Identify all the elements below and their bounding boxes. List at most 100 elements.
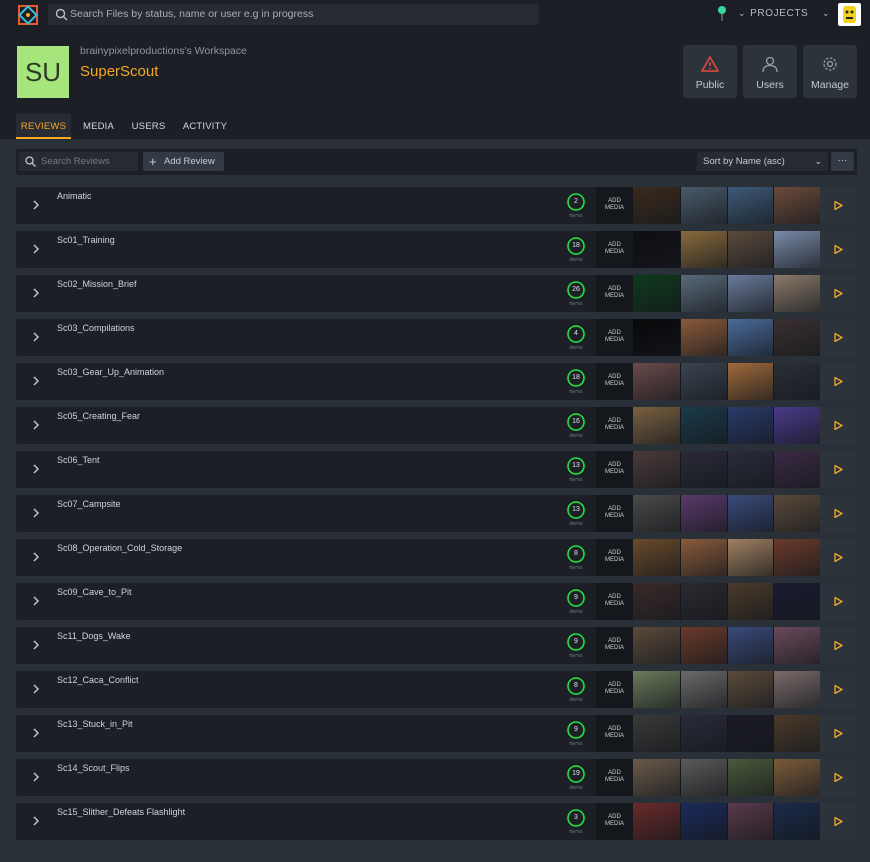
review-name[interactable]: Sc14_Scout_Flips [57,763,130,773]
play-button[interactable] [820,627,857,664]
add-media-button[interactable]: ADD MEDIA [596,715,633,752]
media-thumbnail[interactable] [679,803,727,840]
media-thumbnail[interactable] [633,319,680,356]
tab-activity[interactable]: ACTIVITY [178,114,232,139]
media-thumbnail[interactable] [679,451,727,488]
review-row[interactable]: Sc11_Dogs_Wake 9 items ADD MEDIA [16,627,857,664]
media-thumbnail[interactable] [773,319,820,356]
media-thumbnail[interactable] [679,363,727,400]
review-row[interactable]: Sc03_Gear_Up_Animation 18 items ADD MEDI… [16,363,857,400]
review-name[interactable]: Sc03_Gear_Up_Animation [57,367,164,377]
chevron-right-icon[interactable] [29,286,43,300]
media-thumbnail[interactable] [726,627,774,664]
media-thumbnail[interactable] [726,407,774,444]
review-name[interactable]: Sc15_Slither_Defeats Flashlight [57,807,185,817]
media-thumbnail[interactable] [773,627,820,664]
add-media-button[interactable]: ADD MEDIA [596,627,633,664]
add-media-button[interactable]: ADD MEDIA [596,363,633,400]
media-thumbnail[interactable] [679,539,727,576]
media-thumbnail[interactable] [633,627,680,664]
media-thumbnail[interactable] [773,451,820,488]
chevron-right-icon[interactable] [29,242,43,256]
media-thumbnail[interactable] [726,539,774,576]
play-button[interactable] [820,539,857,576]
media-thumbnail[interactable] [773,407,820,444]
add-media-button[interactable]: ADD MEDIA [596,319,633,356]
play-button[interactable] [820,407,857,444]
media-thumbnail[interactable] [726,275,774,312]
play-button[interactable] [820,671,857,708]
add-media-button[interactable]: ADD MEDIA [596,759,633,796]
media-thumbnail[interactable] [726,451,774,488]
media-thumbnail[interactable] [679,715,727,752]
play-button[interactable] [820,583,857,620]
media-thumbnail[interactable] [633,583,680,620]
media-thumbnail[interactable] [633,803,680,840]
add-media-button[interactable]: ADD MEDIA [596,407,633,444]
media-thumbnail[interactable] [773,231,820,268]
public-button[interactable]: Public [683,45,737,98]
media-thumbnail[interactable] [726,759,774,796]
review-row[interactable]: Animatic 2 items ADD MEDIA [16,187,857,224]
chevron-right-icon[interactable] [29,770,43,784]
play-button[interactable] [820,275,857,312]
review-row[interactable]: Sc14_Scout_Flips 19 items ADD MEDIA [16,759,857,796]
chevron-right-icon[interactable] [29,594,43,608]
review-name[interactable]: Sc12_Caca_Conflict [57,675,139,685]
add-media-button[interactable]: ADD MEDIA [596,583,633,620]
media-thumbnail[interactable] [633,407,680,444]
add-media-button[interactable]: ADD MEDIA [596,231,633,268]
play-button[interactable] [820,759,857,796]
review-row[interactable]: Sc07_Campsite 13 items ADD MEDIA [16,495,857,532]
media-thumbnail[interactable] [726,803,774,840]
review-row[interactable]: Sc12_Caca_Conflict 8 items ADD MEDIA [16,671,857,708]
tab-media[interactable]: MEDIA [76,114,121,139]
global-search-input[interactable]: Search Files by status, name or user e.g… [48,4,539,25]
media-thumbnail[interactable] [726,319,774,356]
media-thumbnail[interactable] [679,495,727,532]
media-thumbnail[interactable] [773,539,820,576]
review-row[interactable]: Sc06_Tent 13 items ADD MEDIA [16,451,857,488]
media-thumbnail[interactable] [633,715,680,752]
chevron-right-icon[interactable] [29,374,43,388]
tab-reviews[interactable]: REVIEWS [16,114,71,139]
chevron-right-icon[interactable] [29,418,43,432]
play-button[interactable] [820,231,857,268]
media-thumbnail[interactable] [633,231,680,268]
media-thumbnail[interactable] [773,803,820,840]
media-thumbnail[interactable] [679,583,727,620]
review-row[interactable]: Sc03_Compilations 4 items ADD MEDIA [16,319,857,356]
media-thumbnail[interactable] [726,363,774,400]
media-thumbnail[interactable] [679,187,727,224]
review-name[interactable]: Sc13_Stuck_in_Pit [57,719,133,729]
media-thumbnail[interactable] [633,759,680,796]
play-button[interactable] [820,451,857,488]
chevron-right-icon[interactable] [29,198,43,212]
media-thumbnail[interactable] [773,715,820,752]
media-thumbnail[interactable] [633,275,680,312]
chevron-right-icon[interactable] [29,638,43,652]
media-thumbnail[interactable] [773,671,820,708]
media-thumbnail[interactable] [773,275,820,312]
media-thumbnail[interactable] [633,451,680,488]
chevron-right-icon[interactable] [29,682,43,696]
media-thumbnail[interactable] [679,759,727,796]
media-thumbnail[interactable] [679,275,727,312]
review-name[interactable]: Sc03_Compilations [57,323,135,333]
add-review-button[interactable]: + Add Review [143,152,224,171]
more-options-button[interactable]: ··· [831,152,854,171]
add-media-button[interactable]: ADD MEDIA [596,451,633,488]
status-indicator-icon[interactable] [716,5,728,23]
chevron-right-icon[interactable] [29,506,43,520]
media-thumbnail[interactable] [726,583,774,620]
manage-button[interactable]: Manage [803,45,857,98]
media-thumbnail[interactable] [633,539,680,576]
review-row[interactable]: Sc15_Slither_Defeats Flashlight 3 items … [16,803,857,840]
media-thumbnail[interactable] [773,187,820,224]
media-thumbnail[interactable] [679,627,727,664]
media-thumbnail[interactable] [726,187,774,224]
media-thumbnail[interactable] [633,671,680,708]
review-search[interactable] [19,152,138,171]
user-menu-chevron-icon[interactable]: ⌄ [822,8,830,19]
review-name[interactable]: Animatic [57,191,92,201]
